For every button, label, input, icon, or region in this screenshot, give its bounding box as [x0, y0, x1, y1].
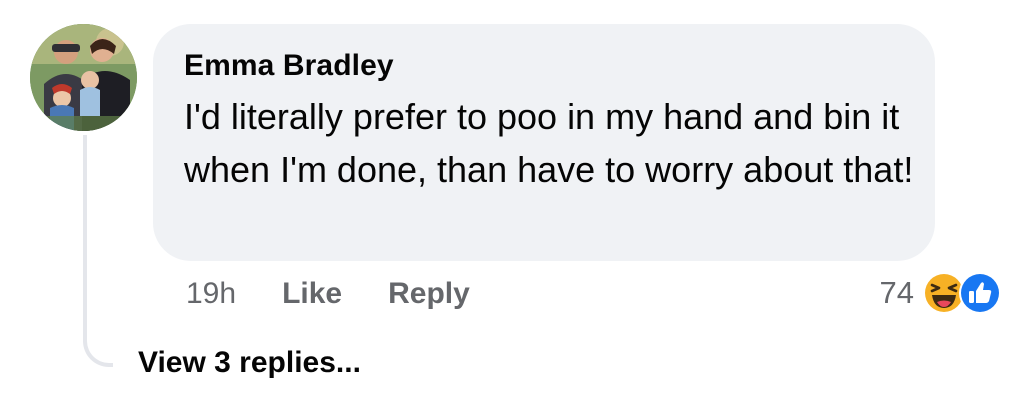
comment-thread: Emma Bradley I'd literally prefer to poo…	[0, 0, 1024, 411]
comment-timestamp[interactable]: 19h	[186, 277, 236, 311]
like-button[interactable]: Like	[282, 277, 342, 311]
comment-author[interactable]: Emma Bradley	[184, 47, 905, 85]
comment-text: I'd literally prefer to poo in my hand a…	[184, 96, 914, 190]
view-replies-link[interactable]: View 3 replies...	[138, 346, 361, 380]
reaction-count: 74	[879, 275, 914, 310]
avatar-photo-icon	[30, 24, 137, 131]
comment-actions: 19h Like Reply	[186, 274, 516, 314]
reply-button[interactable]: Reply	[388, 277, 470, 311]
comment-bubble: Emma Bradley I'd literally prefer to poo…	[153, 24, 935, 261]
thread-connector-line	[83, 135, 113, 367]
avatar[interactable]	[30, 24, 137, 131]
like-icon	[958, 271, 1002, 315]
reaction-summary[interactable]: 74	[880, 270, 1002, 316]
